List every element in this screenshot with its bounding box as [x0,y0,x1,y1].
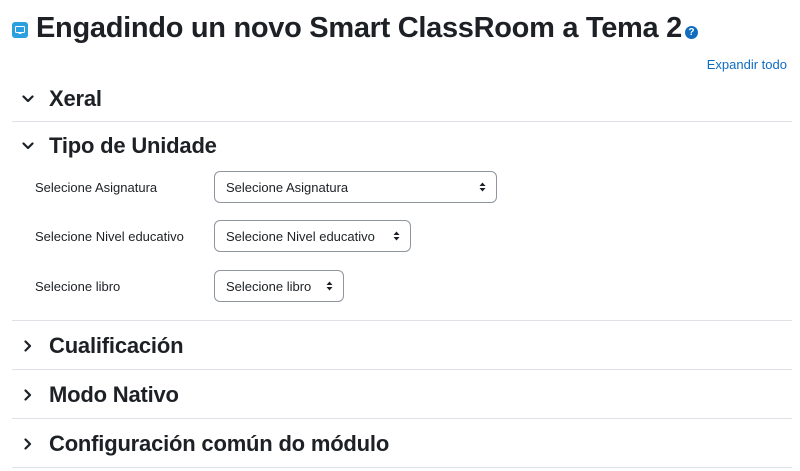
section-grade-toggle[interactable]: Cualificación [12,331,792,361]
field-book: Selecione libro Selecione libro [35,270,344,302]
section-divider [12,418,792,419]
expand-all-link[interactable]: Expandir todo [707,57,787,72]
section-divider [12,467,792,468]
section-common-settings-toggle[interactable]: Configuración común do módulo [12,429,792,459]
book-label: Selecione libro [35,278,121,294]
section-general: Xeral [12,84,792,114]
section-unit-type-title: Tipo de Unidade [49,133,217,158]
smart-classroom-icon [12,22,28,38]
sort-arrows-icon [326,281,333,291]
section-native-mode: Modo Nativo [12,380,792,410]
sort-arrows-icon [479,182,486,192]
page: Engadindo un novo Smart ClassRoom a Tema… [0,0,800,471]
section-common-settings-title: Configuración común do módulo [49,431,390,456]
field-level: Selecione Nivel educativo Selecione Nive… [35,220,411,252]
page-header: Engadindo un novo Smart ClassRoom a Tema… [12,8,698,48]
section-general-title: Xeral [49,86,102,111]
field-subject: Selecione Asignatura Selecione Asignatur… [35,171,497,203]
chevron-down-icon [20,91,36,107]
section-divider [12,369,792,370]
subject-label: Selecione Asignatura [35,179,158,195]
subject-select[interactable]: Selecione Asignatura [214,171,497,203]
section-unit-type: Tipo de Unidade [12,131,792,161]
help-icon[interactable]: ? [684,25,698,39]
chevron-right-icon [20,338,36,354]
section-grade: Cualificación [12,331,792,361]
chevron-right-icon [20,387,36,403]
book-select[interactable]: Selecione libro [214,270,344,302]
section-native-mode-toggle[interactable]: Modo Nativo [12,380,792,410]
section-native-mode-title: Modo Nativo [49,382,179,407]
section-unit-type-toggle[interactable]: Tipo de Unidade [12,131,792,161]
level-select[interactable]: Selecione Nivel educativo [214,220,411,252]
chevron-down-icon [20,138,36,154]
section-divider [12,320,792,321]
level-select-value: Selecione Nivel educativo [226,228,375,244]
sort-arrows-icon [393,231,400,241]
section-divider [12,121,792,122]
level-label: Selecione Nivel educativo [35,228,184,244]
book-select-value: Selecione libro [226,278,312,294]
section-grade-title: Cualificación [49,333,184,358]
subject-select-value: Selecione Asignatura [226,179,349,195]
section-common-settings: Configuración común do módulo [12,429,792,459]
section-general-toggle[interactable]: Xeral [12,84,792,114]
page-title: Engadindo un novo Smart ClassRoom a Tema… [36,12,682,44]
chevron-right-icon [20,436,36,452]
